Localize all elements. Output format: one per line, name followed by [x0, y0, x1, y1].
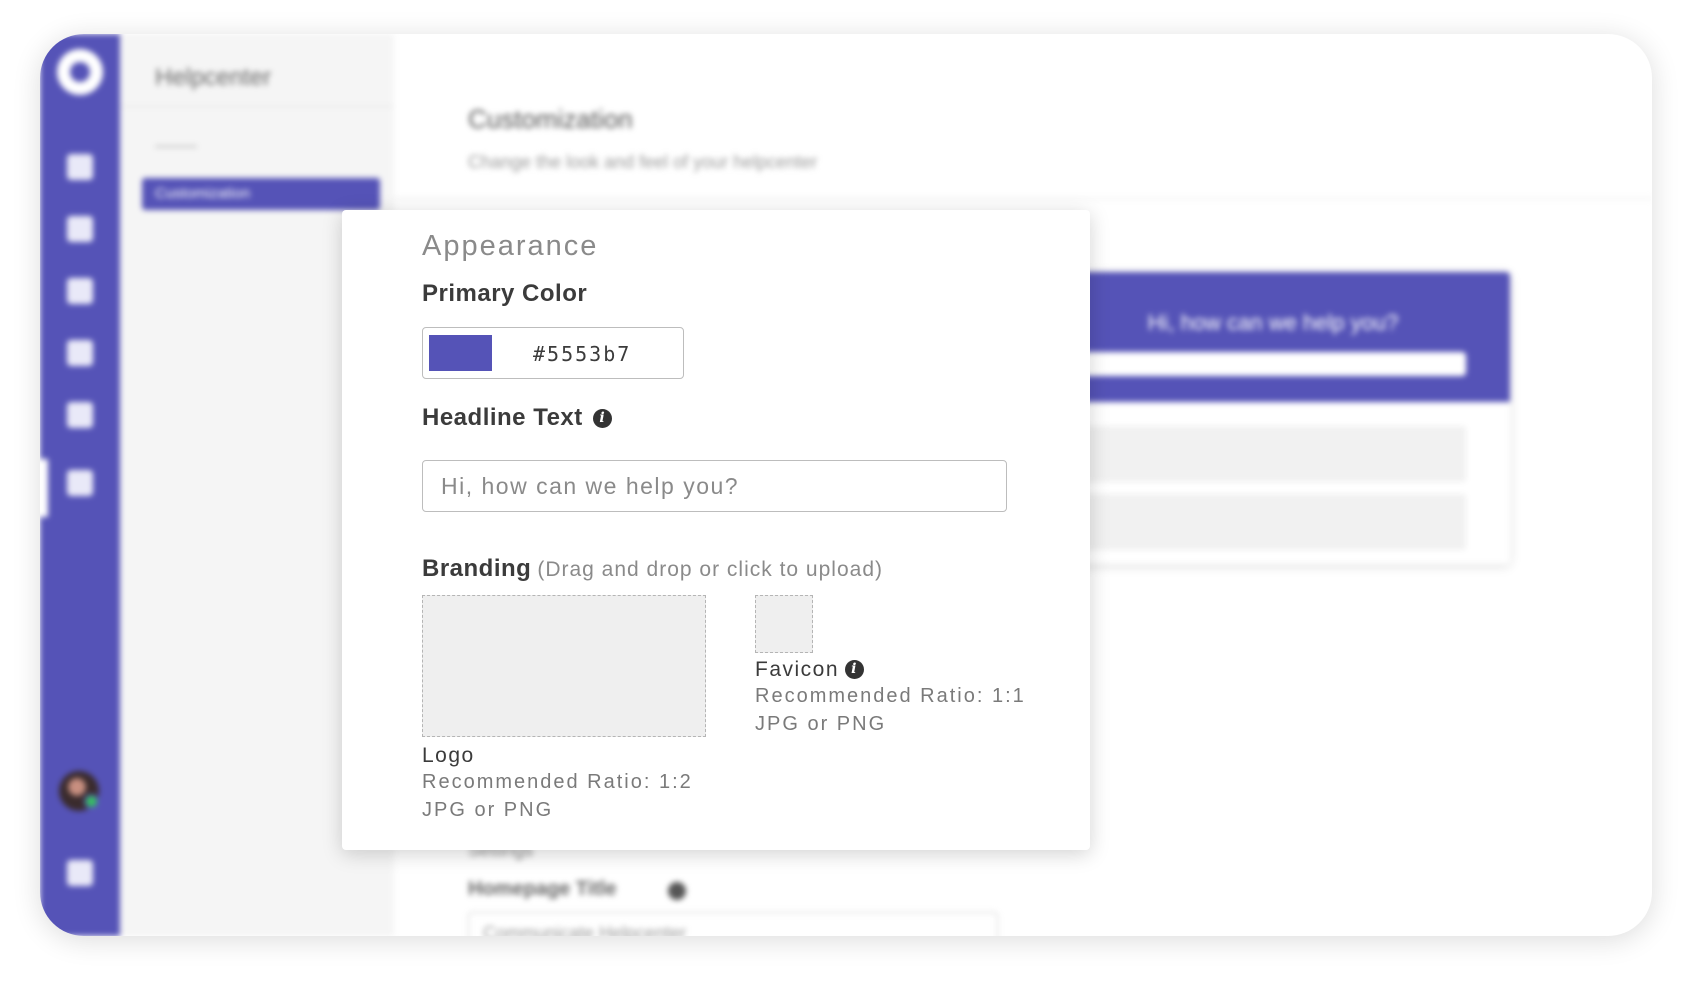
- favicon-label-text: Favicon: [755, 658, 840, 681]
- nav-icon-7[interactable]: [67, 860, 93, 886]
- subnav-title: Helpcenter: [155, 64, 272, 91]
- logo-formats: JPG or PNG: [422, 799, 554, 821]
- divider: [120, 106, 394, 107]
- nav-icon-6[interactable]: [67, 470, 93, 496]
- sidebar: [40, 34, 120, 936]
- appearance-panel: Appearance Primary Color #5553b7 Headlin…: [342, 210, 1090, 850]
- info-icon: [668, 882, 686, 900]
- logo-ratio: Recommended Ratio: 1:2: [422, 771, 693, 793]
- favicon-formats: JPG or PNG: [755, 713, 887, 735]
- subnav-section-label: ———: [155, 137, 197, 153]
- color-swatch[interactable]: [429, 335, 492, 371]
- headline-text-input[interactable]: Hi, how can we help you?: [422, 460, 1007, 512]
- nav-icon-5[interactable]: [67, 402, 93, 428]
- favicon-upload-dropzone[interactable]: [755, 595, 813, 653]
- page-subtitle: Change the look and feel of your helpcen…: [468, 152, 818, 172]
- avatar[interactable]: [59, 771, 99, 811]
- nav-icon-4[interactable]: [67, 340, 93, 366]
- homepage-title-input[interactable]: Communicate Helpcenter: [468, 912, 998, 936]
- info-icon[interactable]: i: [845, 660, 865, 679]
- preview-content-block: [1080, 494, 1466, 550]
- logo-label: Logo: [422, 744, 475, 767]
- nav-icon-1[interactable]: [67, 154, 93, 180]
- primary-color-label: Primary Color: [422, 280, 588, 307]
- divider: [394, 198, 1652, 199]
- favicon-ratio: Recommended Ratio: 1:1: [755, 685, 1026, 707]
- branding-label: Branding (Drag and drop or click to uploa…: [422, 555, 883, 583]
- nav-icon-2[interactable]: [67, 216, 93, 242]
- branding-label-text: Branding: [422, 555, 532, 582]
- page-title: Customization: [468, 104, 633, 134]
- logo-upload-dropzone[interactable]: [422, 595, 706, 737]
- headline-text-label-text: Headline Text: [422, 404, 583, 431]
- preview-search-bar: [1080, 352, 1466, 376]
- info-icon[interactable]: i: [592, 409, 612, 428]
- homepage-title-label: Homepage Title: [468, 878, 617, 900]
- subnav-item-customization[interactable]: Customization: [142, 178, 380, 210]
- preview-content-block: [1080, 426, 1466, 482]
- panel-title: Appearance: [422, 230, 599, 262]
- nav-icon-3[interactable]: [67, 278, 93, 304]
- headline-text-label: Headline Text i: [422, 404, 612, 432]
- branding-hint: (Drag and drop or click to upload): [537, 558, 883, 581]
- nav-active-indicator: [40, 459, 48, 517]
- primary-color-picker[interactable]: #5553b7: [422, 327, 684, 379]
- color-hex-value[interactable]: #5553b7: [533, 342, 631, 366]
- favicon-label: Favicon i: [755, 658, 865, 682]
- chat-logo-icon[interactable]: [57, 49, 103, 95]
